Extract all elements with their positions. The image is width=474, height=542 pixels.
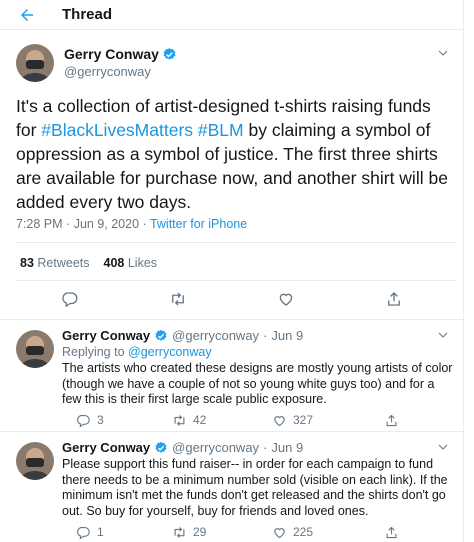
tweet-action-bar: [0, 285, 463, 313]
tweet-date[interactable]: Jun 9, 2020: [74, 217, 139, 231]
author-handle[interactable]: @gerryconway: [172, 328, 259, 344]
thread-header: Thread: [0, 0, 463, 30]
avatar[interactable]: [16, 44, 54, 82]
like-button[interactable]: 327: [272, 410, 313, 430]
like-count: 225: [293, 525, 314, 539]
avatar[interactable]: [16, 442, 54, 480]
chevron-down-icon: [438, 332, 448, 338]
tweet-meta: 7:28 PM · Jun 9, 2020 · Twitter for iPho…: [16, 216, 247, 232]
likes-label: Likes: [127, 256, 158, 270]
replying-to: Replying to @gerryconway: [62, 344, 212, 360]
retweets-label: Retweets: [37, 256, 90, 270]
tweet-date[interactable]: Jun 9: [271, 328, 303, 344]
meta-separator: ·: [142, 217, 150, 231]
divider: [16, 242, 456, 243]
avatar-image: [16, 330, 54, 368]
comment-icon: [77, 526, 90, 540]
reply-action-bar: 3 42 327: [62, 410, 452, 430]
author-handle[interactable]: @gerryconway: [64, 64, 151, 80]
like-button[interactable]: 225: [272, 522, 313, 542]
likes-count: 408: [103, 256, 125, 270]
verified-badge-icon: [155, 441, 167, 453]
retweets-count: 83: [20, 256, 34, 270]
back-button[interactable]: [14, 3, 40, 27]
reply-tweet[interactable]: Gerry Conway @gerryconway · Jun 9 Please…: [0, 431, 463, 542]
avatar-image: [16, 442, 54, 480]
author-name[interactable]: Gerry Conway: [62, 440, 150, 456]
share-icon: [386, 414, 397, 426]
tweet-text: It's a collection of artist-designed t-s…: [16, 94, 456, 214]
more-options-button[interactable]: [436, 46, 450, 60]
reply-count: 3: [97, 413, 104, 427]
retweets-stat[interactable]: 83 Retweets: [20, 255, 90, 271]
retweet-button[interactable]: 29: [172, 522, 206, 542]
replying-to-label: Replying to: [62, 345, 125, 359]
heart-icon: [274, 527, 285, 538]
reply-button[interactable]: [60, 289, 80, 309]
meta-separator: ·: [263, 440, 268, 455]
author-name[interactable]: Gerry Conway: [62, 328, 150, 344]
mention-link[interactable]: @gerryconway: [128, 345, 212, 359]
reply-header: Gerry Conway @gerryconway · Jun 9: [62, 440, 303, 456]
share-icon: [388, 292, 400, 306]
chevron-down-icon: [438, 50, 448, 56]
retweet-button[interactable]: 42: [172, 410, 206, 430]
share-button[interactable]: [384, 410, 399, 430]
arrow-left-icon: [21, 9, 33, 21]
retweet-count: 29: [193, 525, 207, 539]
tweet-time[interactable]: 7:28 PM: [16, 217, 63, 231]
likes-stat[interactable]: 408 Likes: [104, 255, 158, 271]
heart-icon: [274, 415, 285, 426]
author-handle[interactable]: @gerryconway: [172, 440, 259, 456]
author-name[interactable]: Gerry Conway: [64, 46, 177, 62]
chevron-down-icon: [438, 444, 448, 450]
avatar[interactable]: [16, 330, 54, 368]
verified-badge-icon: [155, 329, 167, 341]
tweet-source-link[interactable]: Twitter for iPhone: [150, 217, 247, 231]
retweet-icon: [174, 414, 185, 426]
avatar-image: [16, 44, 54, 82]
more-options-button[interactable]: [436, 440, 450, 454]
engagement-stats: 83 Retweets 408 Likes: [20, 255, 157, 271]
reply-text: The artists who created these designs ar…: [62, 361, 453, 406]
retweet-button[interactable]: [168, 289, 188, 309]
share-button[interactable]: [384, 289, 404, 309]
divider: [16, 280, 456, 281]
reply-header: Gerry Conway @gerryconway · Jun 9: [62, 328, 303, 344]
more-options-button[interactable]: [436, 328, 450, 342]
heart-icon: [279, 293, 293, 306]
hashtag-link[interactable]: #BlackLivesMatters: [41, 120, 193, 140]
author-name-text: Gerry Conway: [64, 46, 159, 62]
retweet-icon: [174, 526, 185, 538]
reply-text: Please support this fund raiser-- in ord…: [62, 457, 448, 518]
like-count: 327: [293, 413, 314, 427]
verified-badge-icon: [163, 47, 176, 60]
reply-button[interactable]: 3: [76, 410, 104, 430]
comment-icon: [62, 292, 78, 308]
reply-action-bar: 1 29 225: [62, 522, 452, 542]
meta-separator: ·: [263, 328, 268, 343]
reply-button[interactable]: 1: [76, 522, 104, 542]
meta-separator: ·: [66, 217, 74, 231]
hashtag-link[interactable]: #BLM: [198, 120, 244, 140]
retweet-icon: [172, 292, 184, 306]
reply-tweet[interactable]: Gerry Conway @gerryconway · Jun 9 Replyi…: [0, 319, 463, 431]
like-button[interactable]: [276, 289, 296, 309]
share-button[interactable]: [384, 522, 399, 542]
comment-icon: [77, 414, 90, 428]
thread-panel: Thread Gerry Conway @gerryconway It's a …: [0, 0, 464, 542]
reply-count: 1: [97, 525, 104, 539]
retweet-count: 42: [193, 413, 207, 427]
page-title: Thread: [62, 6, 113, 23]
share-icon: [386, 526, 397, 538]
tweet-date[interactable]: Jun 9: [271, 440, 303, 456]
